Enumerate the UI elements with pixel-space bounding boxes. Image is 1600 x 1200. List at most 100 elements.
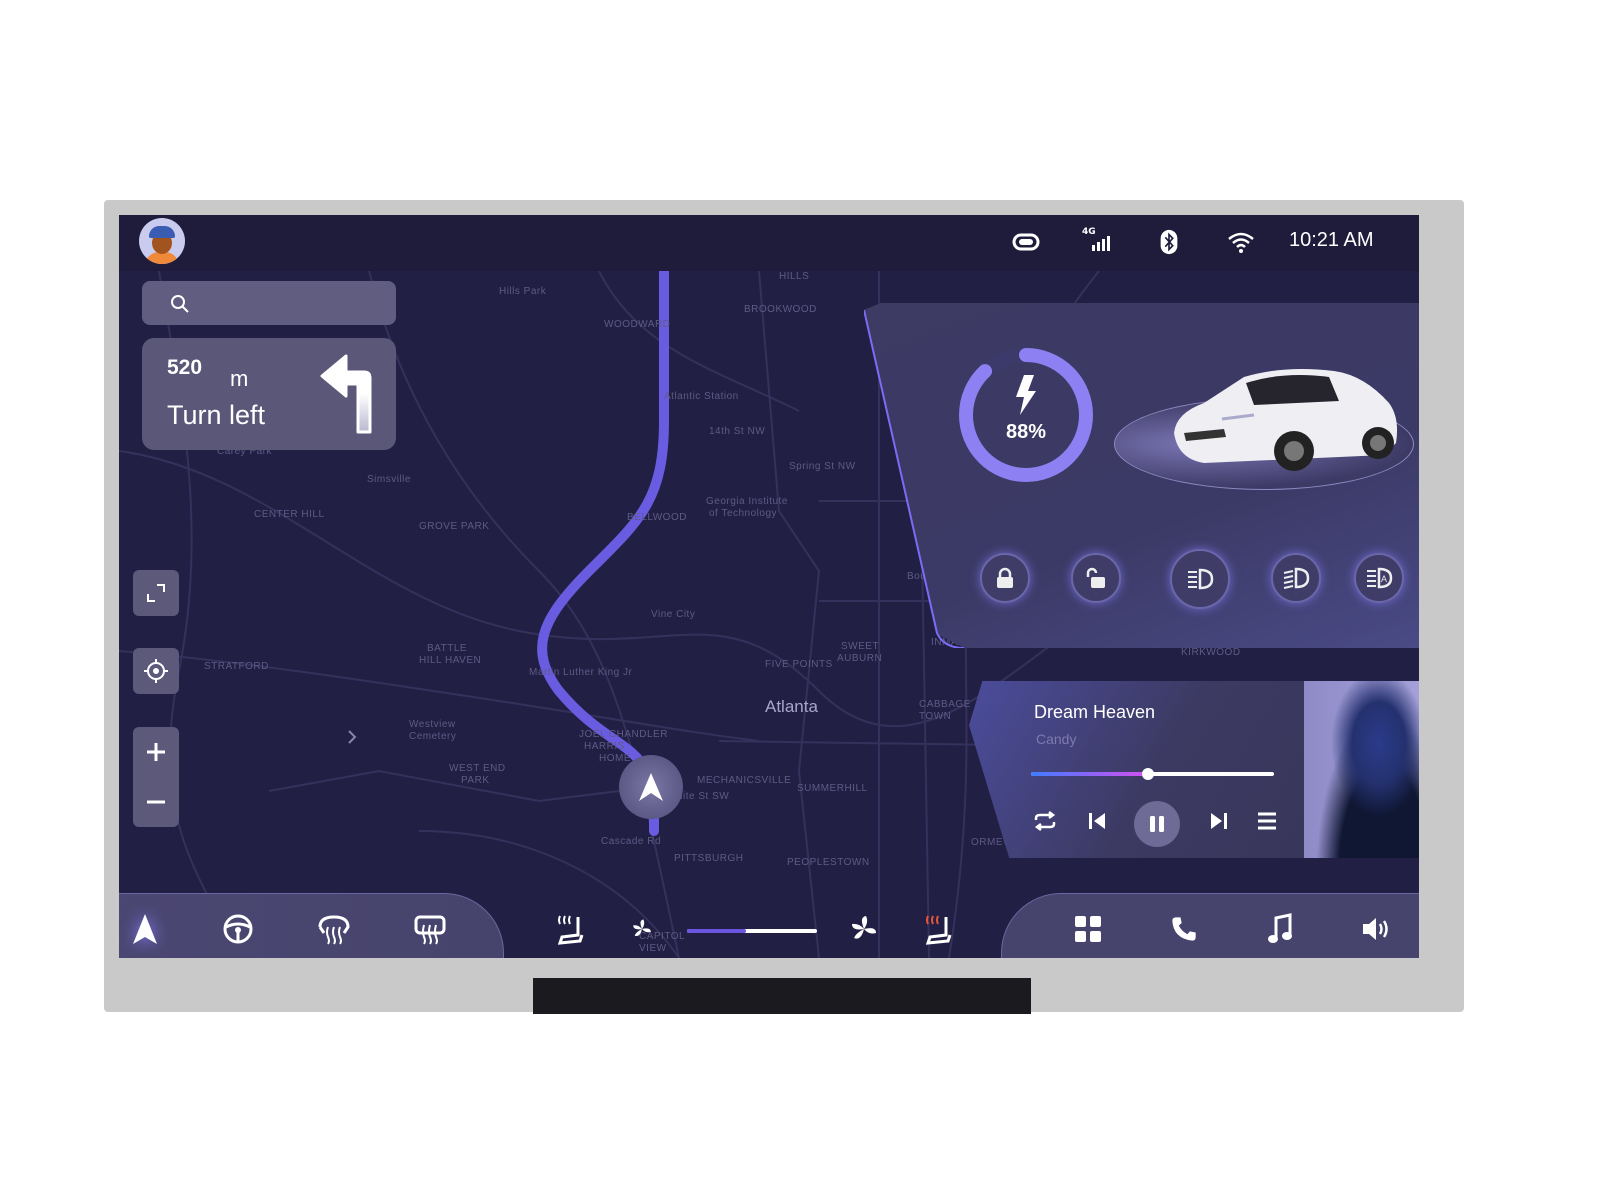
song-progress-slider[interactable] [1031,768,1274,780]
unlock-icon [1086,567,1105,588]
fullscreen-button[interactable] [133,570,179,616]
lock-button[interactable] [980,553,1030,603]
map-label: HILL HAVEN [419,655,482,666]
lock-icon [997,567,1013,588]
turn-instruction-card: 520 m Turn left [142,338,396,450]
map-label: Hills Park [499,286,547,297]
playlist-icon [1258,812,1276,830]
city-label: Atlanta [765,697,818,716]
volume-button[interactable] [1358,911,1394,947]
expand-icon [147,584,165,602]
map-label: MECHANICSVILLE [697,775,792,786]
map-label: Cascade Rd [601,836,662,847]
map-label: WEST END [449,763,506,774]
navigation-icon [133,914,157,944]
fan-speed-slider[interactable] [687,929,817,933]
turn-instruction: Turn left [167,400,266,430]
next-button[interactable] [1201,803,1237,839]
song-title: Dream Heaven [1034,702,1156,722]
zoom-out-button[interactable] [145,791,167,813]
map-label: BROOKWOOD [744,304,817,315]
progress-knob[interactable] [1141,768,1154,780]
map-label: HOME [599,753,631,764]
apps-button[interactable] [1070,911,1106,947]
current-location-marker [619,755,683,819]
high-beam-button[interactable] [1271,553,1321,603]
distance-unit: m [230,366,249,391]
repeat-button[interactable] [1027,803,1063,839]
map-label: KIRKWOOD [1181,647,1241,658]
seat-heat-active-icon [925,915,952,945]
previous-button[interactable] [1079,803,1115,839]
playlist-button[interactable] [1249,803,1285,839]
dock-navigation-button[interactable] [127,911,163,947]
map-label: PEOPLESTOWN [787,857,870,868]
lightning-icon [1016,375,1036,415]
driver-seat-heat-button[interactable] [551,911,587,947]
map-label: WOODWARD [604,319,671,330]
crosshair-icon [144,659,168,683]
map-label: GROVE PARK [419,521,490,532]
display-flex-cable [533,978,1031,1014]
map-label: BATTLE [427,643,468,654]
map-label: Atlantic Station [664,391,739,402]
next-icon [1211,813,1227,829]
battery-gauge [959,348,1093,482]
album-art[interactable] [1304,681,1419,858]
map-label: SWEET [841,641,880,652]
rear-defrost-button[interactable] [412,911,448,947]
search-input[interactable] [142,281,396,325]
toggle-icon[interactable] [1012,229,1040,255]
previous-icon [1089,813,1105,829]
navigation-arrow-icon [639,773,663,801]
map-label: Westview [409,719,456,730]
chevron-right-icon[interactable] [347,729,357,745]
front-defrost-button[interactable] [316,911,352,947]
wifi-icon[interactable] [1227,229,1255,255]
auto-headlight-icon: A [1367,567,1393,589]
svg-text:A: A [1381,574,1387,584]
clock: 10:21 AM [1289,229,1374,251]
map-label: CABBAGE [919,699,971,710]
unlock-button[interactable] [1071,553,1121,603]
locate-button[interactable] [133,648,179,694]
auto-headlight-button[interactable]: A [1354,553,1404,603]
map-label: JOEL CHANDLER [579,729,668,740]
zoom-in-button[interactable] [145,741,167,763]
volume-icon [1363,918,1388,940]
map-label: Georgia Institute [706,496,788,507]
map-label: HARRIS [584,741,625,752]
fan-low-button[interactable] [624,911,660,947]
vehicle-panel: 88% A [864,303,1419,648]
bluetooth-icon[interactable] [1159,229,1179,255]
song-artist: Candy [1036,731,1077,747]
map-label: of Technology [709,508,778,519]
passenger-seat-heat-button[interactable] [919,911,955,947]
phone-button[interactable] [1166,911,1202,947]
apps-grid-icon [1075,916,1101,942]
map-label: PARK [461,775,490,786]
map-label: FIVE POINTS [765,659,833,670]
turn-left-arrow-icon [320,354,372,434]
fan-speed-fill [687,929,746,933]
search-icon [171,295,189,313]
fan-icon [633,919,651,937]
map-label: 14th St NW [709,426,766,437]
map-label: SUMMERHILL [797,783,868,794]
signal-4g-icon: 4G [1082,227,1114,255]
low-beam-button[interactable] [1170,549,1230,609]
avatar[interactable] [139,218,185,264]
map-label: Vine City [651,609,696,620]
fan-high-button[interactable] [846,911,882,947]
music-button[interactable] [1262,911,1298,947]
map-label: Cemetery [409,731,457,742]
progress-fill [1031,772,1148,776]
rear-defrost-icon [414,915,446,945]
steering-wheel-icon [223,914,253,944]
map-label: PITTSBURGH [674,853,744,864]
steering-wheel-heat-button[interactable] [220,911,256,947]
music-note-icon [1268,913,1292,943]
pause-button[interactable] [1134,801,1180,847]
zoom-controls [133,727,179,827]
front-defrost-icon [318,915,350,945]
